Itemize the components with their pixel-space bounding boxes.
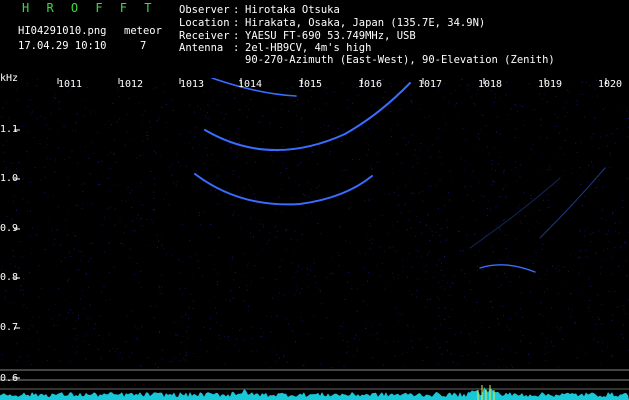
header-panel: H R O F F T HI04291010.png 17.04.29 10:1…	[0, 0, 629, 77]
meteor-trace	[479, 264, 536, 273]
receiver-label: Receiver	[179, 30, 230, 42]
y-tick-label: 0.7	[0, 322, 19, 333]
colon: :	[233, 4, 240, 16]
colon: :	[233, 17, 240, 29]
x-tick-label: 1017	[418, 79, 443, 90]
meteor-count: 7	[140, 40, 147, 52]
datetime: 17.04.29 10:10	[18, 40, 107, 52]
observer-value: Hirotaka Otsuka	[245, 4, 340, 16]
spectrogram	[0, 78, 629, 400]
app-title: H R O F F T	[22, 1, 157, 15]
antenna-value: 2el-HB9CV, 4m's high	[245, 42, 372, 54]
y-tick-label: 1.0	[0, 173, 19, 184]
x-tick-label: 1018	[478, 79, 503, 90]
meteor-trace	[194, 173, 373, 206]
spectrum-strip	[0, 385, 629, 400]
x-tick-label: 1011	[58, 79, 83, 90]
noise-field	[0, 78, 629, 369]
location-label: Location	[179, 17, 230, 29]
location-value: Hirakata, Osaka, Japan (135.7E, 34.9N)	[245, 17, 486, 29]
x-tick-label: 1019	[538, 79, 563, 90]
y-axis-unit: kHz	[0, 73, 19, 84]
meteor-label: meteor	[124, 25, 162, 37]
x-tick-label: 1015	[298, 79, 323, 90]
x-tick-label: 1014	[238, 79, 263, 90]
y-tick-label: 0.8	[0, 272, 19, 283]
x-tick-label: 1016	[358, 79, 383, 90]
colon: :	[233, 30, 240, 42]
antenna-label: Antenna	[179, 42, 224, 54]
y-tick-label: 1.1	[0, 124, 19, 135]
y-tick-marks	[14, 129, 20, 379]
x-tick-label: 1013	[180, 79, 205, 90]
observer-label: Observer	[179, 4, 230, 16]
filename: HI04291010.png	[18, 25, 107, 37]
x-tick-label: 1020	[598, 79, 623, 90]
receiver-value: YAESU FT-690 53.749MHz, USB	[245, 30, 416, 42]
meteor-traces	[194, 78, 606, 273]
y-tick-label: 0.6	[0, 373, 19, 384]
colon: :	[233, 42, 240, 54]
antenna-value-line2: 90-270-Azimuth (East-West), 90-Elevation…	[245, 54, 555, 66]
x-tick-label: 1012	[119, 79, 144, 90]
meteor-trace	[539, 167, 606, 239]
meteor-trace	[204, 82, 411, 152]
meteor-trace	[469, 177, 561, 249]
y-tick-label: 0.9	[0, 223, 19, 234]
